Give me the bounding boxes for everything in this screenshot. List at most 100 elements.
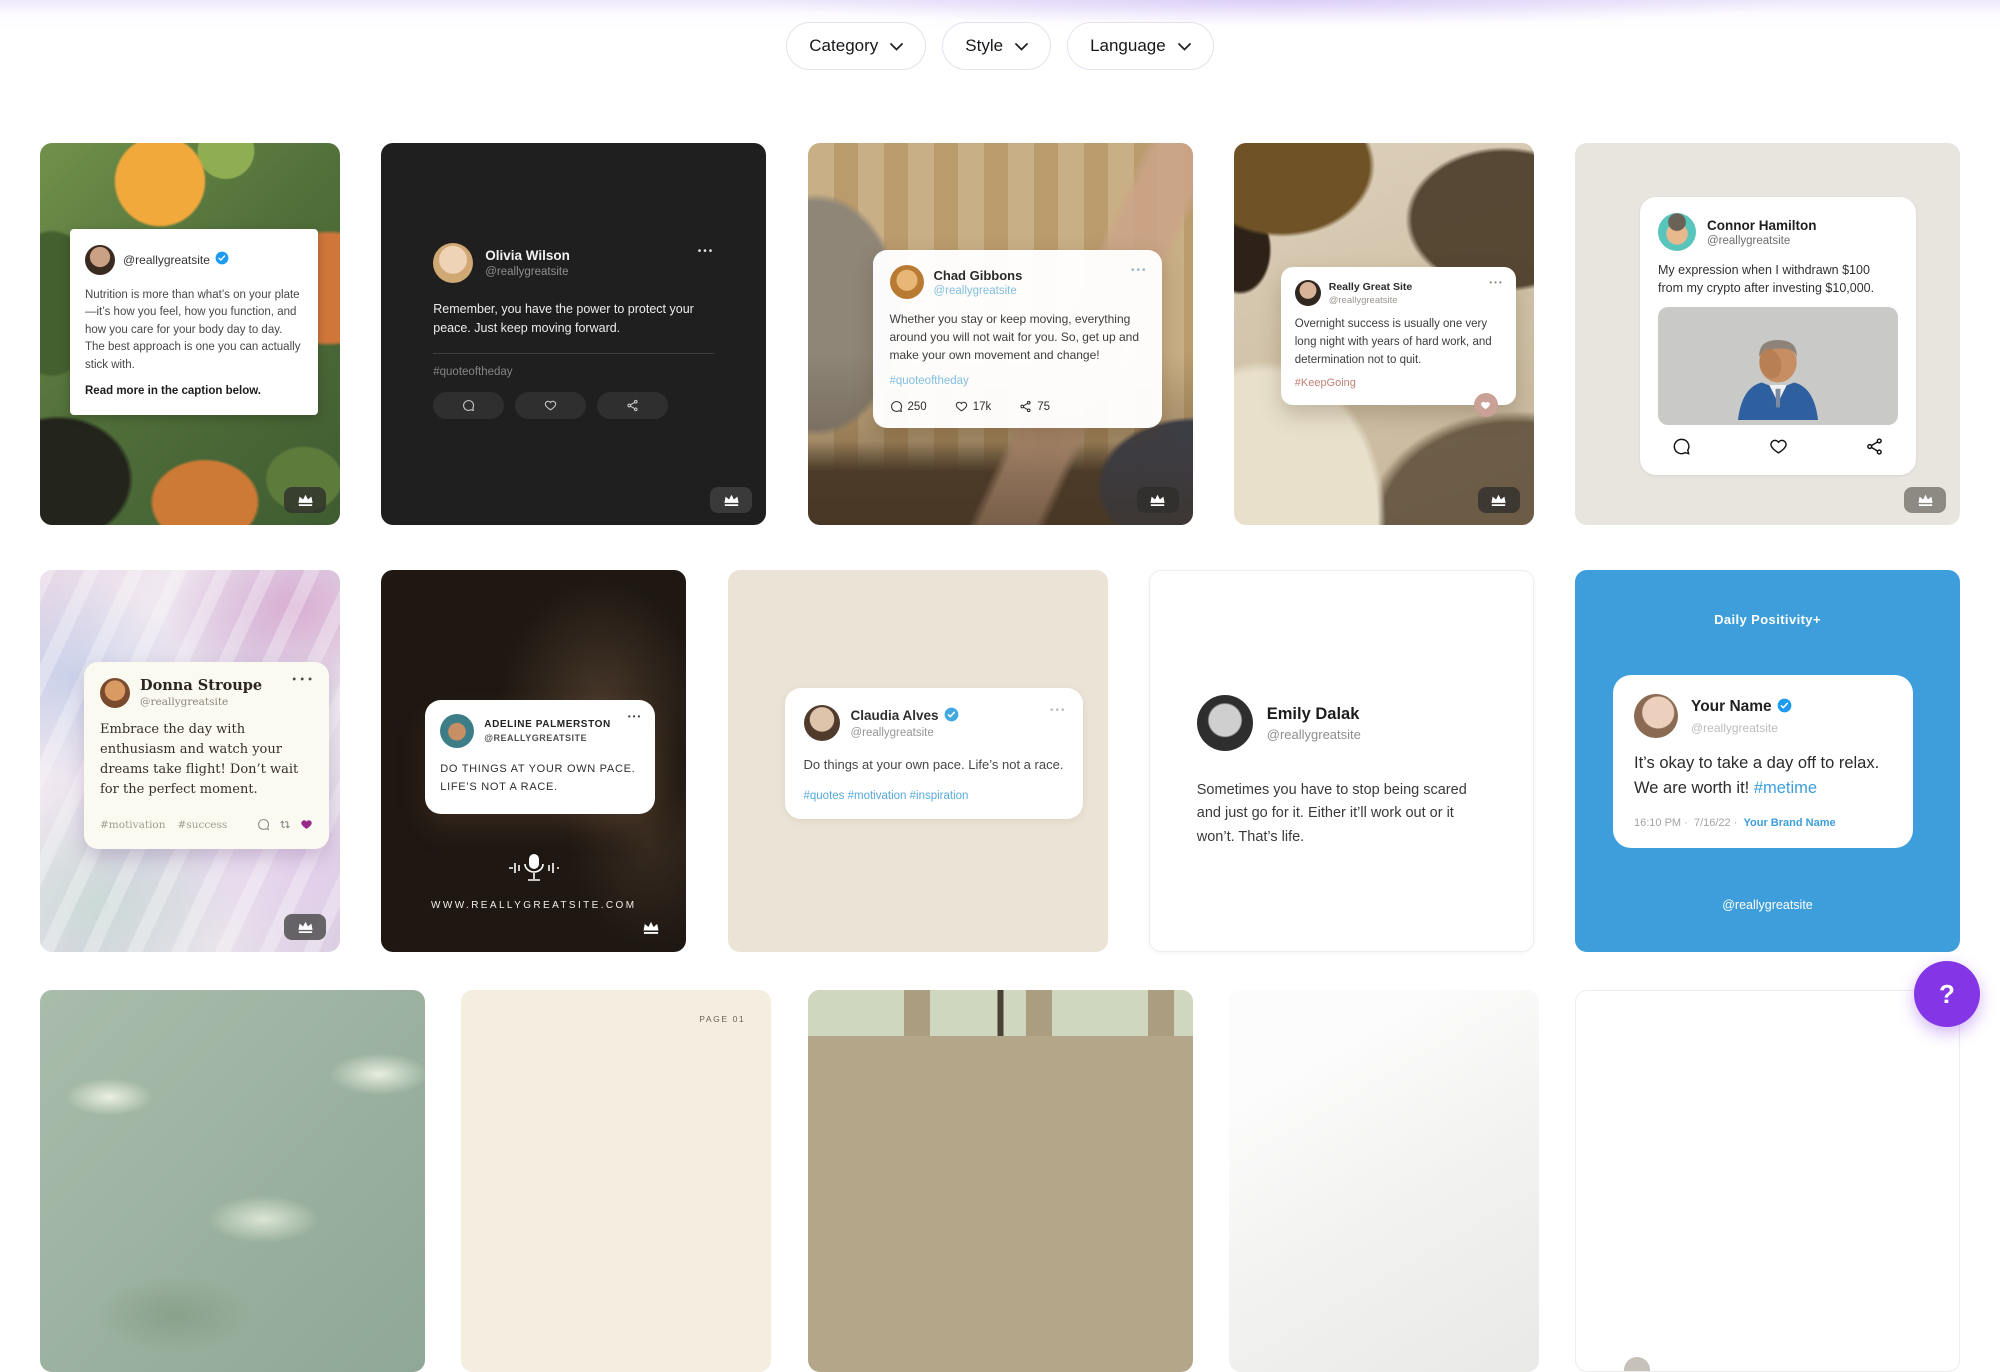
account-name: Donna Stroupe <box>140 677 262 694</box>
facepalm-meme-image <box>1658 307 1898 425</box>
hashtag-motivation: #motivation <box>100 819 166 831</box>
template-soft-gradient[interactable] <box>1229 990 1539 1372</box>
water-photo-background <box>40 990 425 1372</box>
account-name: Emily Dalak <box>1267 705 1361 724</box>
template-daily-positivity[interactable]: Daily Positivity+ Your Name @reallygreat… <box>1575 570 1960 952</box>
template-really-great-site[interactable]: ••• Really Great Site @reallygreatsite O… <box>1234 143 1534 525</box>
quote-text: DO THINGS AT YOUR OWN PACE. LIFE’S NOT A… <box>440 760 640 796</box>
pro-badge <box>1904 487 1946 513</box>
filter-language[interactable]: Language <box>1067 22 1214 70</box>
avatar <box>440 714 474 748</box>
account-name: Really Great Site <box>1329 281 1412 293</box>
template-adeline-palmerston[interactable]: ••• ADELINE PALMERSTON @REALLYGREATSITE … <box>381 570 686 952</box>
avatar <box>100 678 130 708</box>
account-handle: @reallygreatsite <box>934 285 1023 297</box>
tweet-card: Your Name @reallygreatsite It’s okay to … <box>1613 675 1913 848</box>
quote-text: Whether you stay or keep moving, everyth… <box>890 310 1145 364</box>
comment-icon <box>1672 437 1691 461</box>
retweet-icon <box>278 816 292 835</box>
more-menu-icon: ••• <box>1131 266 1148 276</box>
pro-badge <box>1478 487 1520 513</box>
template-row-1: @reallygreatsite Nutrition is more than … <box>40 143 1960 525</box>
card-title: Daily Positivity+ <box>1575 612 1960 627</box>
quote-text: Sometimes you have to stop being scared … <box>1197 779 1489 849</box>
like-count: 17k <box>955 400 992 413</box>
template-connor-hamilton[interactable]: Connor Hamilton @reallygreatsite My expr… <box>1575 143 1960 525</box>
account-handle: @reallygreatsite <box>1329 295 1412 306</box>
template-chad-gibbons[interactable]: ••• Chad Gibbons @reallygreatsite Whethe… <box>808 143 1193 525</box>
decorative-circle <box>1624 1357 1650 1372</box>
hashtag: #quoteoftheday <box>433 366 714 378</box>
template-water-texture[interactable] <box>40 990 425 1372</box>
filter-category-label: Category <box>809 36 878 56</box>
avatar <box>1197 695 1253 751</box>
comment-count: 250 <box>890 400 927 413</box>
filter-category[interactable]: Category <box>786 22 926 70</box>
avatar <box>890 265 924 299</box>
post-cta-text: Read more in the caption below. <box>85 385 303 397</box>
pro-badge <box>710 487 752 513</box>
avatar <box>1634 694 1678 738</box>
heart-icon <box>300 816 313 835</box>
template-page-document[interactable]: PAGE 01 <box>461 990 771 1372</box>
template-olivia-wilson[interactable]: ••• Olivia Wilson @reallygreatsite Remem… <box>381 143 766 525</box>
template-row-2: ••• Donna Stroupe @reallygreatsite Embra… <box>40 570 1960 952</box>
account-handle: @reallygreatsite <box>1267 727 1361 742</box>
tweet-card: ••• Donna Stroupe @reallygreatsite Embra… <box>84 662 329 849</box>
hashtag: #quoteoftheday <box>890 375 1145 387</box>
more-menu-icon: ••• <box>698 247 715 257</box>
share-button <box>597 392 668 419</box>
website-url: WWW.REALLYGREATSITE.COM <box>381 900 686 911</box>
tweet-card: Connor Hamilton @reallygreatsite My expr… <box>1640 197 1916 475</box>
tweet-content: ••• Olivia Wilson @reallygreatsite Remem… <box>433 243 714 419</box>
question-mark-icon: ? <box>1939 979 1955 1010</box>
template-donna-stroupe[interactable]: ••• Donna Stroupe @reallygreatsite Embra… <box>40 570 340 952</box>
verified-badge-icon <box>215 251 229 270</box>
quote-text: Remember, you have the power to protect … <box>433 300 714 338</box>
avatar <box>1658 213 1696 251</box>
template-claudia-alves[interactable]: ••• Claudia Alves @reallygreatsite Do th… <box>728 570 1108 952</box>
template-grid: @reallygreatsite Nutrition is more than … <box>40 143 1960 1372</box>
tweet-card: ••• ADELINE PALMERSTON @REALLYGREATSITE … <box>425 700 655 814</box>
chevron-down-icon <box>1015 36 1028 56</box>
account-handle: @reallygreatsite <box>123 253 210 267</box>
template-nutrition-post[interactable]: @reallygreatsite Nutrition is more than … <box>40 143 340 525</box>
filter-style[interactable]: Style <box>942 22 1051 70</box>
like-button <box>1474 393 1498 417</box>
account-handle: @reallygreatsite <box>851 727 959 739</box>
account-handle: @reallygreatsite <box>1691 721 1792 735</box>
verified-badge-icon <box>944 707 959 725</box>
template-row-3: PAGE 01 <box>40 990 1960 1372</box>
filter-language-label: Language <box>1090 36 1166 56</box>
quote-text: It’s okay to take a day off to relax. We… <box>1634 751 1892 801</box>
tweet-card: ••• Chad Gibbons @reallygreatsite Whethe… <box>873 250 1162 428</box>
help-button[interactable]: ? <box>1914 961 1980 1027</box>
pro-badge <box>284 914 326 940</box>
podcast-mic-icon <box>381 852 686 884</box>
template-white-minimal[interactable] <box>1575 990 1960 1372</box>
template-window-photo[interactable] <box>808 990 1193 1372</box>
quote-text: Overnight success is usually one very lo… <box>1295 316 1502 369</box>
quote-text: Do things at your own pace. Life’s not a… <box>804 754 1064 775</box>
avatar <box>1295 280 1321 306</box>
quote-text: My expression when I withdrawn $100 from… <box>1658 261 1898 297</box>
footer-handle: @reallygreatsite <box>1575 898 1960 912</box>
page-number-label: PAGE 01 <box>699 1014 745 1024</box>
chevron-down-icon <box>1178 36 1191 56</box>
comment-icon <box>257 816 270 835</box>
hashtag: #KeepGoing <box>1295 377 1502 389</box>
share-icon <box>1865 437 1884 461</box>
account-name: Chad Gibbons <box>934 268 1023 283</box>
window-panes <box>808 990 1193 1036</box>
avatar <box>804 705 840 741</box>
account-name: Your Name <box>1691 698 1792 718</box>
more-menu-icon: ••• <box>1050 706 1067 716</box>
account-name: Olivia Wilson <box>485 248 570 263</box>
like-button <box>515 392 586 419</box>
account-handle: @REALLYGREATSITE <box>484 733 611 743</box>
template-emily-dalak[interactable]: Emily Dalak @reallygreatsite Sometimes y… <box>1149 570 1534 952</box>
more-menu-icon: ••• <box>1489 279 1503 287</box>
brand-name: Your Brand Name <box>1744 817 1836 829</box>
account-name: Connor Hamilton <box>1707 218 1817 233</box>
share-count: 75 <box>1019 400 1050 413</box>
